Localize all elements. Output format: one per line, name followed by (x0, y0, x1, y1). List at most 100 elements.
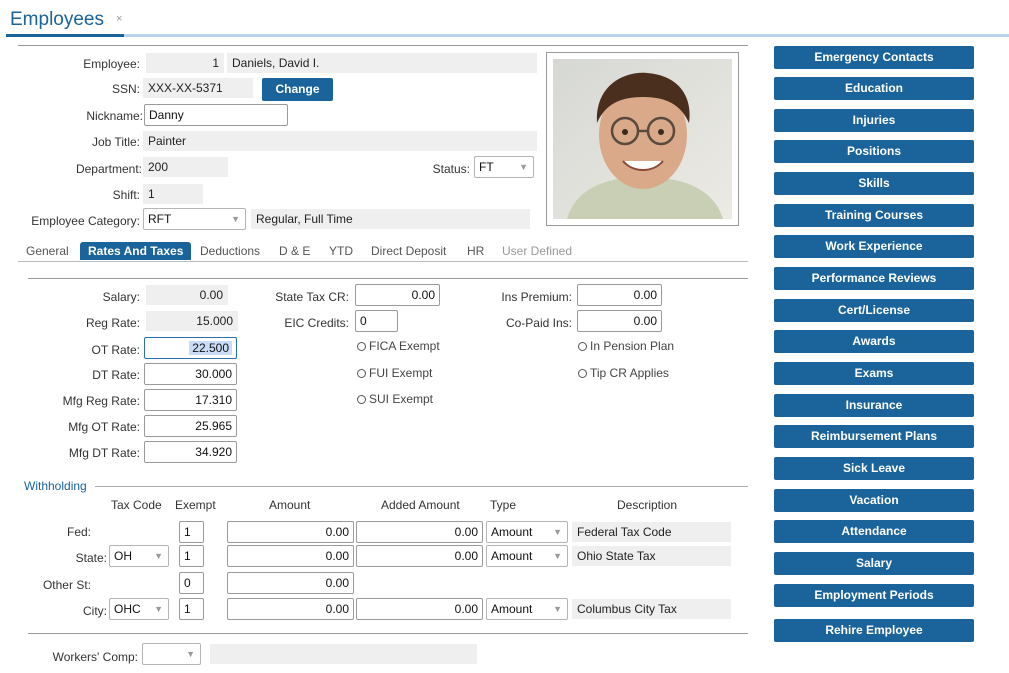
status-select[interactable]: FT ▼ (474, 156, 534, 178)
other-state-amount-input[interactable]: 0.00 (227, 572, 354, 594)
eic-credits-label: EIC Credits: (284, 316, 349, 330)
nickname-label: Nickname: (86, 109, 143, 123)
city-label: City: (83, 604, 107, 618)
cert-license-button[interactable]: Cert/License (774, 299, 974, 322)
chevron-down-icon: ▼ (186, 649, 195, 659)
tab-direct-deposit[interactable]: Direct Deposit (371, 244, 446, 258)
fed-type-value: Amount (491, 525, 533, 539)
performance-reviews-button[interactable]: Performance Reviews (774, 267, 974, 290)
fui-exempt-checkbox[interactable]: FUI Exempt (357, 366, 432, 380)
state-exempt-input[interactable]: 1 (179, 545, 204, 567)
tab-rates-and-taxes[interactable]: Rates And Taxes (80, 242, 192, 260)
radio-icon (578, 342, 587, 351)
ins-premium-input[interactable]: 0.00 (577, 284, 662, 306)
tab-underline (6, 34, 1009, 37)
mfg-reg-rate-input[interactable]: 17.310 (144, 389, 237, 411)
workers-comp-description (210, 644, 477, 664)
employee-label: Employee: (83, 57, 140, 71)
window-tab[interactable]: Employees × (6, 6, 131, 36)
salary-label: Salary: (102, 290, 140, 304)
window-tab-title: Employees (10, 9, 104, 30)
workers-comp-label: Workers' Comp: (52, 650, 138, 664)
exams-button[interactable]: Exams (774, 362, 974, 385)
attendance-button[interactable]: Attendance (774, 520, 974, 543)
work-experience-button[interactable]: Work Experience (774, 235, 974, 258)
ot-rate-input[interactable]: 22.500 (144, 337, 237, 359)
mfg-dt-rate-label: Mfg DT Rate: (68, 446, 140, 460)
fed-exempt-input[interactable]: 1 (179, 521, 204, 543)
fed-amount-input[interactable]: 0.00 (227, 521, 354, 543)
city-type-select[interactable]: Amount ▼ (486, 598, 568, 620)
job-title-value: Painter (143, 131, 537, 151)
fed-type-select[interactable]: Amount ▼ (486, 521, 568, 543)
skills-button[interactable]: Skills (774, 172, 974, 195)
ssn-label: SSN: (111, 82, 140, 96)
in-pension-plan-checkbox[interactable]: In Pension Plan (578, 339, 674, 353)
fui-exempt-label: FUI Exempt (369, 366, 433, 380)
category-select[interactable]: RFT ▼ (143, 208, 246, 230)
state-added-amount-input[interactable]: 0.00 (356, 545, 483, 567)
fica-exempt-checkbox[interactable]: FICA Exempt (357, 339, 440, 353)
tab-user-defined[interactable]: User Defined (502, 244, 572, 258)
city-exempt-input[interactable]: 1 (179, 598, 204, 620)
ot-rate-label: OT Rate: (91, 343, 140, 357)
chevron-down-icon: ▼ (154, 604, 163, 614)
co-paid-ins-input[interactable]: 0.00 (577, 310, 662, 332)
dt-rate-input[interactable]: 30.000 (144, 363, 237, 385)
positions-button[interactable]: Positions (774, 140, 974, 163)
awards-button[interactable]: Awards (774, 330, 974, 353)
state-code-select[interactable]: OH ▼ (109, 545, 169, 567)
training-courses-button[interactable]: Training Courses (774, 204, 974, 227)
ins-premium-label: Ins Premium: (501, 290, 572, 304)
city-added-amount-input[interactable]: 0.00 (356, 598, 483, 620)
chevron-down-icon: ▼ (231, 214, 240, 224)
status-label: Status: (432, 162, 470, 176)
city-code-select[interactable]: OHC ▼ (109, 598, 169, 620)
mfg-ot-rate-input[interactable]: 25.965 (144, 415, 237, 437)
mfg-ot-rate-label: Mfg OT Rate: (68, 420, 140, 434)
sick-leave-button[interactable]: Sick Leave (774, 457, 974, 480)
emergency-contacts-button[interactable]: Emergency Contacts (774, 46, 974, 69)
tab-general[interactable]: General (26, 244, 69, 258)
tab-d-and-e[interactable]: D & E (279, 244, 310, 258)
education-button[interactable]: Education (774, 77, 974, 100)
rehire-employee-button[interactable]: Rehire Employee (774, 619, 974, 642)
state-amount-input[interactable]: 0.00 (227, 545, 354, 567)
workers-comp-select[interactable]: ▼ (142, 643, 201, 665)
sui-exempt-checkbox[interactable]: SUI Exempt (357, 392, 433, 406)
vacation-button[interactable]: Vacation (774, 489, 974, 512)
tip-cr-applies-label: Tip CR Applies (590, 366, 669, 380)
category-label: Employee Category: (31, 214, 140, 228)
co-paid-ins-label: Co-Paid Ins: (505, 316, 572, 330)
salary-button[interactable]: Salary (774, 552, 974, 575)
close-icon[interactable]: × (116, 13, 122, 25)
state-tax-cr-input[interactable]: 0.00 (355, 284, 440, 306)
employment-periods-button[interactable]: Employment Periods (774, 584, 974, 607)
workers-comp-divider (28, 633, 748, 634)
state-type-select[interactable]: Amount ▼ (486, 545, 568, 567)
city-amount-input[interactable]: 0.00 (227, 598, 354, 620)
header-tax-code: Tax Code (111, 498, 162, 512)
header-description: Description (617, 498, 678, 512)
job-title-label: Job Title: (91, 135, 140, 149)
fed-added-amount-input[interactable]: 0.00 (356, 521, 483, 543)
department-label: Department: (75, 162, 142, 176)
status-value: FT (479, 160, 494, 174)
header-exempt: Exempt (175, 498, 216, 512)
eic-credits-input[interactable]: 0 (355, 310, 398, 332)
tab-hr[interactable]: HR (467, 244, 484, 258)
tab-deductions[interactable]: Deductions (200, 244, 260, 258)
chevron-down-icon: ▼ (519, 162, 528, 172)
tip-cr-applies-checkbox[interactable]: Tip CR Applies (578, 366, 669, 380)
insurance-button[interactable]: Insurance (774, 394, 974, 417)
radio-icon (357, 369, 366, 378)
fed-description: Federal Tax Code (572, 522, 731, 542)
change-ssn-button[interactable]: Change (262, 78, 333, 101)
tab-ytd[interactable]: YTD (329, 244, 353, 258)
mfg-dt-rate-input[interactable]: 34.920 (144, 441, 237, 463)
nickname-input[interactable]: Danny (144, 104, 288, 126)
radio-icon (357, 395, 366, 404)
reimbursement-plans-button[interactable]: Reimbursement Plans (774, 425, 974, 448)
injuries-button[interactable]: Injuries (774, 109, 974, 132)
other-state-exempt-input[interactable]: 0 (179, 572, 204, 594)
